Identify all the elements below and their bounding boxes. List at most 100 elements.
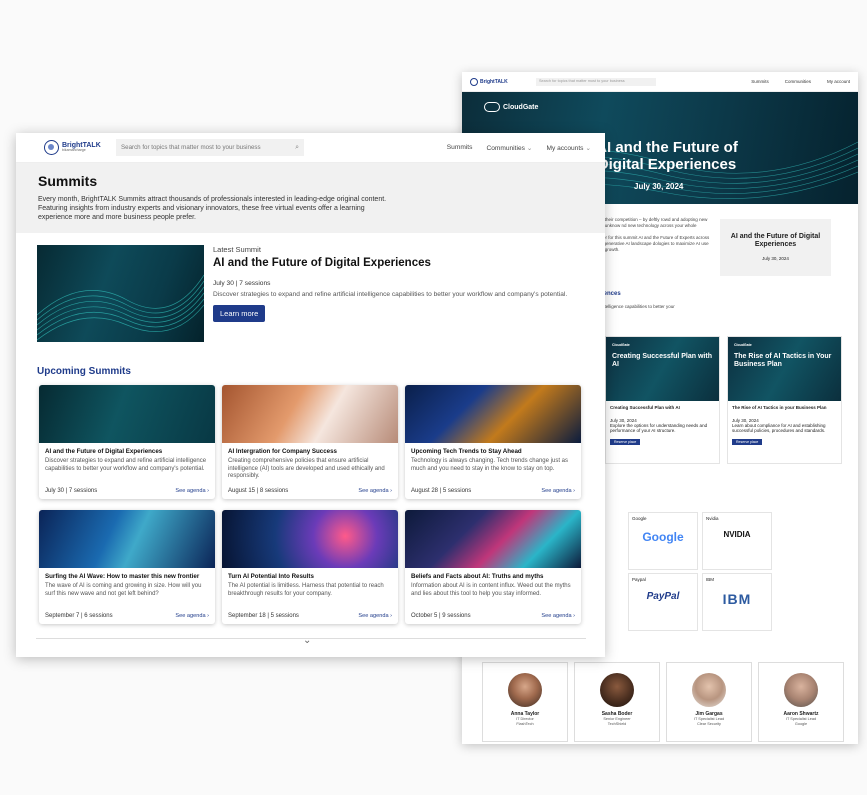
- summit-card-image: [222, 510, 398, 568]
- summit-card[interactable]: Beliefs and Facts about AI: Truths and m…: [405, 510, 581, 624]
- hero-title: AI and the Future of Digital Experiences: [596, 139, 738, 173]
- latest-meta: July 30 | 7 sessions: [213, 280, 271, 287]
- top-nav: BrightTALK Search for topics that matter…: [462, 72, 858, 92]
- page-header: Summits Every month, BrightTALK Summits …: [16, 163, 605, 233]
- chevron-down-icon: ⌄: [585, 144, 591, 152]
- summit-card-title: Turn AI Potential Into Results: [228, 573, 314, 580]
- summit-card[interactable]: AI Intergration for Company Success Crea…: [222, 385, 398, 499]
- summit-intro: d of their competition – by deftly rowd …: [596, 217, 716, 259]
- intro-paragraph: d of their competition – by deftly rowd …: [596, 217, 708, 229]
- page-description: Every month, BrightTALK Summits attract …: [38, 196, 387, 222]
- speaker-company: FlashTech: [516, 721, 534, 726]
- summary-title: AI and the Future of Digital Experiences: [730, 233, 821, 249]
- summit-card-desc: The AI potential is limitless. Harness t…: [228, 583, 384, 597]
- see-agenda-link[interactable]: See agenda ›: [541, 613, 575, 619]
- summit-card[interactable]: Turn AI Potential Into Results The AI po…: [222, 510, 398, 624]
- summit-card-desc: Discover strategies to expand and refine…: [45, 458, 207, 472]
- search-icon[interactable]: ⌕: [295, 144, 299, 152]
- latest-summit-image[interactable]: [37, 245, 204, 342]
- speaker-card[interactable]: Sasha Boder Senior Engineer TechShield: [574, 662, 660, 742]
- hero-date: July 30, 2024: [634, 182, 684, 191]
- speaker-card[interactable]: Aaron Shwartz IT Specialist Lead Google: [758, 662, 844, 742]
- sponsor-card[interactable]: IBM IBM: [702, 573, 772, 631]
- see-agenda-link[interactable]: See agenda ›: [358, 613, 392, 619]
- avatar: [784, 673, 818, 707]
- session-card[interactable]: CloudGate The Rise of AI Tactics in Your…: [727, 336, 842, 464]
- latest-title[interactable]: AI and the Future of Digital Experiences: [213, 257, 431, 269]
- sponsor-card[interactable]: Google Google: [628, 512, 698, 570]
- latest-label: Latest Summit: [213, 245, 261, 254]
- avatar: [600, 673, 634, 707]
- summit-card-meta: September 7 | 6 sessions: [45, 613, 113, 619]
- experiences-text: ntelligence capabilities to better your: [602, 304, 675, 309]
- see-agenda-link[interactable]: See agenda ›: [175, 488, 209, 494]
- reserve-button[interactable]: Reserve place: [610, 439, 641, 445]
- nav-links: Summits Communities My account: [751, 79, 850, 84]
- speaker-card[interactable]: Jim Gargas IT Specialist Lead Clear Secu…: [666, 662, 752, 742]
- summit-card-meta: August 15 | 8 sessions: [228, 488, 289, 494]
- cloud-icon: [484, 102, 500, 112]
- sponsor-logo: Google: [642, 530, 684, 544]
- sponsor-logo: PayPal: [646, 591, 680, 602]
- reserve-button[interactable]: Reserve place: [732, 439, 763, 445]
- chevron-down-icon[interactable]: ⌄: [303, 635, 311, 646]
- summit-card-desc: Creating comprehensive policies that ens…: [228, 458, 385, 480]
- top-nav: BrightTALK bikamarcharge Search for topi…: [16, 133, 605, 163]
- session-card[interactable]: CloudGate Creating Successful Plan with …: [605, 336, 720, 464]
- summit-card-title: Beliefs and Facts about AI: Truths and m…: [411, 573, 544, 580]
- latest-description: Discover strategies to expand and refine…: [213, 291, 568, 298]
- nav-communities[interactable]: Communities ⌄: [486, 144, 532, 152]
- sponsor-card[interactable]: Paypal PayPal: [628, 573, 698, 631]
- avatar: [692, 673, 726, 707]
- page-title: Summits: [38, 173, 98, 189]
- session-image: CloudGate The Rise of AI Tactics in Your…: [728, 337, 841, 401]
- nav-links: Summits Communities ⌄ My accounts ⌄: [447, 144, 591, 152]
- summit-card-meta: September 18 | 5 sessions: [228, 613, 299, 619]
- logo-icon: [44, 140, 59, 155]
- summit-card-image: [405, 510, 581, 568]
- wave-graphic: [37, 274, 204, 341]
- summit-card-desc: Information about AI is in content influ…: [411, 583, 571, 597]
- logo-text: BrightTALK: [480, 78, 508, 85]
- summits-window: BrightTALK bikamarcharge Search for topi…: [16, 133, 605, 657]
- summit-card-meta: October 5 | 9 sessions: [411, 613, 471, 619]
- summit-card[interactable]: AI and the Future of Digital Experiences…: [39, 385, 215, 499]
- summit-card-meta: July 30 | 7 sessions: [45, 488, 98, 494]
- speaker-card[interactable]: Anna Taylor IT Director FlashTech: [482, 662, 568, 742]
- chevron-down-icon: ⌄: [526, 144, 533, 152]
- speaker-company: TechShield: [607, 721, 627, 726]
- hero-brand: CloudGate: [484, 102, 538, 112]
- session-title: Creating Successful Plan with AI: [610, 405, 680, 410]
- logo[interactable]: BrightTALK bikamarcharge: [44, 140, 114, 155]
- summit-card-image: [405, 385, 581, 443]
- sponsor-name: Google: [632, 516, 647, 521]
- search-input[interactable]: Search for topics that matter most to yo…: [116, 139, 304, 156]
- search-placeholder: Search for topics that matter most to yo…: [121, 144, 261, 151]
- learn-more-button[interactable]: Learn more: [213, 305, 266, 322]
- nav-account[interactable]: My account: [827, 79, 850, 84]
- summit-card[interactable]: Surfing the AI Wave: How to master this …: [39, 510, 215, 624]
- summit-card[interactable]: Upcoming Tech Trends to Stay Ahead Techn…: [405, 385, 581, 499]
- session-image: CloudGate Creating Successful Plan with …: [606, 337, 719, 401]
- latest-summit: Latest Summit AI and the Future of Digit…: [37, 245, 577, 345]
- see-agenda-link[interactable]: See agenda ›: [358, 488, 392, 494]
- session-title: The Rise of AI Tactics in your Business …: [732, 405, 827, 410]
- nav-communities[interactable]: Communities: [785, 79, 811, 84]
- nav-summits[interactable]: Summits: [751, 79, 769, 84]
- stage: BrightTALK Search for topics that matter…: [0, 0, 867, 795]
- sponsor-card[interactable]: Nvidia NVIDIA: [702, 512, 772, 570]
- logo-subtext: bikamarcharge: [62, 148, 86, 153]
- hero-brand-text: CloudGate: [503, 103, 539, 111]
- sponsor-name: IBM: [706, 577, 715, 582]
- avatar: [508, 673, 542, 707]
- summary-date: July 30, 2024: [762, 255, 789, 261]
- nav-summits[interactable]: Summits: [447, 144, 473, 152]
- logo[interactable]: BrightTALK: [470, 77, 530, 86]
- see-agenda-link[interactable]: See agenda ›: [541, 488, 575, 494]
- summit-card-title: AI Intergration for Company Success: [228, 448, 337, 455]
- nav-accounts[interactable]: My accounts ⌄: [546, 144, 591, 152]
- see-agenda-link[interactable]: See agenda ›: [175, 613, 209, 619]
- speaker-company: Google: [794, 721, 808, 726]
- search-input[interactable]: Search for topics that matter most to yo…: [536, 77, 656, 86]
- session-brand: CloudGate: [734, 343, 752, 347]
